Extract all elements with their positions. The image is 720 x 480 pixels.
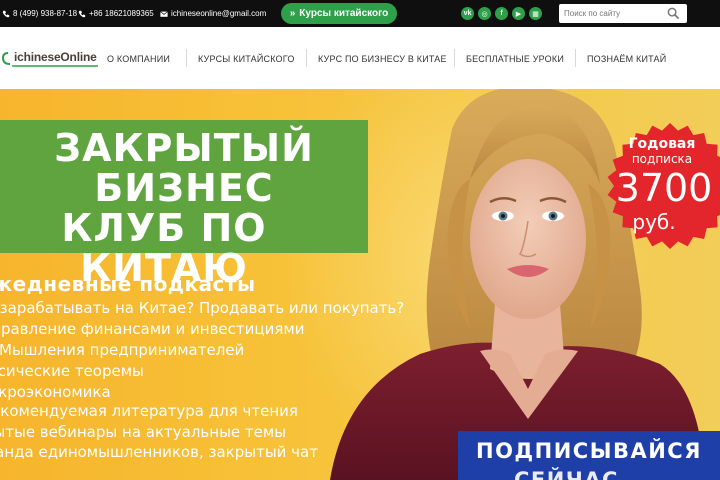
phone-contact-1[interactable]: 8 (499) 938-87-18 [2,9,77,18]
nav-item-free-lessons[interactable]: БЕСПЛАТНЫЕ УРОКИ [466,54,564,64]
facebook-icon[interactable]: f [495,7,508,20]
benefit-item: Закрытые вебинары на актуальные темы [0,423,287,441]
chinese-courses-button[interactable]: » Курсы китайского [281,3,397,24]
benefit-item: Как зарабатывать на Китае? Продавать или… [0,299,405,317]
double-chevron-right-icon: » [289,8,296,19]
phone-number-1: 8 (499) 938-87-18 [13,9,78,18]
subscribe-button[interactable]: ПОДПИСЫВАЙСЯ СЕЙЧАС [458,431,720,480]
benefit-item: Рекомендуемая литература для чтения [0,402,298,420]
club-title-line-2: БИЗНЕС [94,166,274,210]
badge-line-2: подписка [631,152,693,166]
subscribe-label-2: СЕЙЧАС [514,468,619,480]
price-badge[interactable]: Годовая подписка 3700 руб. [606,122,720,250]
benefit-item: Команда единомышленников, закрытый чат [0,443,318,461]
benefit-item: Макроэкономика [0,383,111,401]
instagram-icon[interactable]: ◎ [478,7,491,20]
podcasts-heading: Ежедневные подкасты [0,272,256,296]
email-address: ichineseonline@gmail.com [171,9,267,18]
hero-banner[interactable]: ЗАКРЫТЫЙ БИЗНЕС КЛУБ ПО КИТАЮ Ежедневные… [0,89,720,480]
site-search [559,4,687,23]
top-contact-bar: 8 (499) 938-87-18 +86 18621089365 ichine… [0,0,720,27]
search-input[interactable] [564,7,659,20]
nav-item-chinese-courses[interactable]: КУРСЫ КИТАЙСКОГО [198,54,295,64]
phone-number-2: +86 18621089365 [89,9,154,18]
phone-icon [2,10,10,17]
email-contact[interactable]: ichineseonline@gmail.com [160,9,266,18]
badge-currency: руб. [632,210,676,234]
nav-item-business-course[interactable]: КУРС ПО БИЗНЕСУ В КИТАЕ [318,54,447,64]
nav-divider [306,49,307,67]
nav-item-discover-china[interactable]: ПОЗНАЁМ КИТАЙ [587,54,666,64]
site-logo[interactable]: ichineseOnline [2,47,98,69]
mail-icon [160,10,168,17]
search-button[interactable] [659,4,687,23]
benefit-item: Мышления предпринимателей [0,341,245,359]
chinese-courses-label: Курсы китайского [299,8,389,19]
nav-divider [575,49,576,67]
nav-divider [186,49,187,67]
logo-text: ichineseOnline [14,50,97,64]
main-navigation: ichineseOnline О КОМПАНИИ КУРСЫ КИТАЙСКО… [0,27,720,89]
club-title-box: ЗАКРЫТЫЙ БИЗНЕС КЛУБ ПО КИТАЮ [0,120,368,288]
phone-icon [78,10,86,17]
youtube-icon[interactable]: ▶ [512,7,525,20]
badge-line-1: Годовая [628,136,696,152]
badge-price: 3700 [615,166,713,210]
search-icon [667,7,679,20]
vk-icon[interactable]: vk [461,7,474,20]
club-title-line-1: ЗАКРЫТЫЙ [54,126,314,170]
phone-contact-2[interactable]: +86 18621089365 [78,9,154,18]
nav-divider [454,49,455,67]
subscribe-label: ПОДПИСЫВАЙСЯ [476,439,702,463]
nav-item-about[interactable]: О КОМПАНИИ [107,54,170,64]
calendar-icon[interactable]: ▦ [529,7,542,20]
benefit-item: Управление финансами и инвестициями [0,320,305,338]
benefit-item: Классические теоремы [0,362,144,380]
